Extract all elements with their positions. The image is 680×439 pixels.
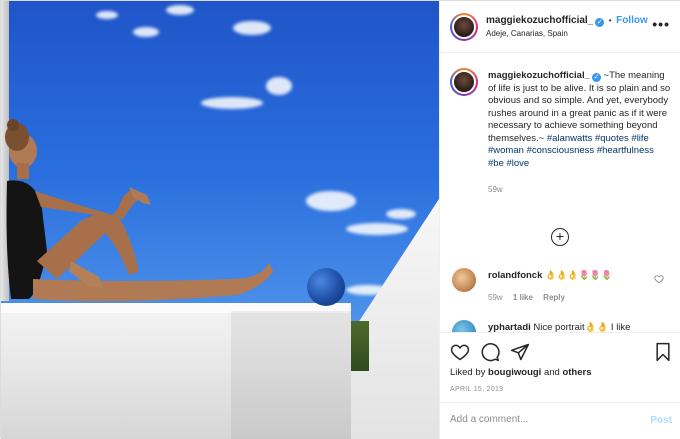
post-photo[interactable] <box>1 1 439 439</box>
comment-icon[interactable] <box>480 342 500 362</box>
comment: rolandfonck 👌👌👌🌷🌷🌷 <box>488 270 612 281</box>
reply-button[interactable]: Reply <box>543 293 565 302</box>
hashtag[interactable]: #life <box>631 133 648 144</box>
author-username[interactable]: maggiekozuchofficial_ <box>486 15 593 26</box>
comment-text: 👌👌👌🌷🌷🌷 <box>545 270 613 280</box>
liked-by-user[interactable]: bougiwougi <box>488 367 541 378</box>
plus-circle-icon[interactable]: + <box>551 228 569 246</box>
cloud <box>201 97 263 109</box>
comment: yphartadi Nice portrait👌👌 I like <box>488 322 630 332</box>
avatar-image <box>452 15 476 39</box>
comment-meta: 59w 1 like Reply <box>488 293 573 302</box>
verified-badge-icon: ✓ <box>591 73 601 82</box>
cloud <box>306 191 356 211</box>
heart-icon[interactable] <box>450 342 470 362</box>
caption-author-avatar[interactable] <box>450 68 478 96</box>
commenter-avatar[interactable] <box>452 320 476 332</box>
post-caption: maggiekozuchofficial_ ✓ ~The meaning of l… <box>488 70 672 197</box>
blue-ball <box>307 268 345 306</box>
post-comment-button[interactable]: Post <box>650 415 672 426</box>
bookmark-icon[interactable] <box>654 342 672 362</box>
caption-username[interactable]: maggiekozuchofficial_ <box>488 70 590 81</box>
follow-button[interactable]: Follow <box>616 15 648 26</box>
cloud <box>233 21 271 35</box>
hashtag[interactable]: #quotes <box>595 133 629 144</box>
post-side-panel: maggiekozuchofficial_ ✓ • Follow Adeje, C… <box>439 1 680 439</box>
cloud <box>133 27 159 37</box>
cloud <box>346 223 408 235</box>
comment-heart-icon[interactable] <box>654 274 664 284</box>
likes-summary: Liked by bougiwougi and others <box>450 367 592 378</box>
cloud <box>266 77 292 95</box>
instagram-post: maggiekozuchofficial_ ✓ • Follow Adeje, C… <box>0 0 680 439</box>
post-location[interactable]: Adeje, Canarias, Spain <box>486 29 568 38</box>
share-icon[interactable] <box>510 342 530 362</box>
comment-text: Nice portrait👌👌 I like <box>533 322 631 332</box>
wall-right <box>348 199 439 439</box>
add-comment-input[interactable] <box>450 414 620 425</box>
post-header: maggiekozuchofficial_ ✓ • Follow Adeje, C… <box>440 1 680 53</box>
hashtag[interactable]: #alanwatts <box>547 133 592 144</box>
hashtag[interactable]: #woman <box>488 145 524 156</box>
hashtag[interactable]: #be <box>488 158 504 169</box>
comment-username[interactable]: rolandfonck <box>488 270 542 281</box>
likes-middle: and <box>543 367 560 378</box>
post-date[interactable]: APRIL 15, 2019 <box>450 386 503 393</box>
post-actions: Liked by bougiwougi and others APRIL 15,… <box>440 332 680 402</box>
hashtag[interactable]: #love <box>507 158 530 169</box>
cloud <box>96 11 118 19</box>
add-comment-bar: Post <box>440 402 680 439</box>
liked-by-others[interactable]: others <box>562 367 591 378</box>
header-title-row: maggiekozuchofficial_ ✓ • Follow <box>486 15 648 27</box>
more-horizontal-icon[interactable]: ••• <box>652 16 670 32</box>
verified-badge-icon: ✓ <box>595 18 605 27</box>
hashtag[interactable]: #heartfulness <box>597 145 654 156</box>
cloud <box>166 5 194 15</box>
wall-shadow <box>231 311 351 439</box>
avatar-image <box>452 70 476 94</box>
comments-section[interactable]: maggiekozuchofficial_ ✓ ~The meaning of l… <box>440 54 680 332</box>
commenter-avatar[interactable] <box>452 268 476 292</box>
header-separator: • <box>608 16 612 25</box>
likes-prefix: Liked by <box>450 367 486 378</box>
sitting-woman <box>5 119 273 302</box>
caption-age: 59w <box>488 185 503 194</box>
cloud <box>386 209 416 219</box>
comment-age: 59w <box>488 293 503 302</box>
comment-likes[interactable]: 1 like <box>513 293 533 302</box>
author-avatar[interactable] <box>450 13 478 41</box>
hashtag[interactable]: #consciousness <box>527 145 595 156</box>
comment-username[interactable]: yphartadi <box>488 322 531 332</box>
